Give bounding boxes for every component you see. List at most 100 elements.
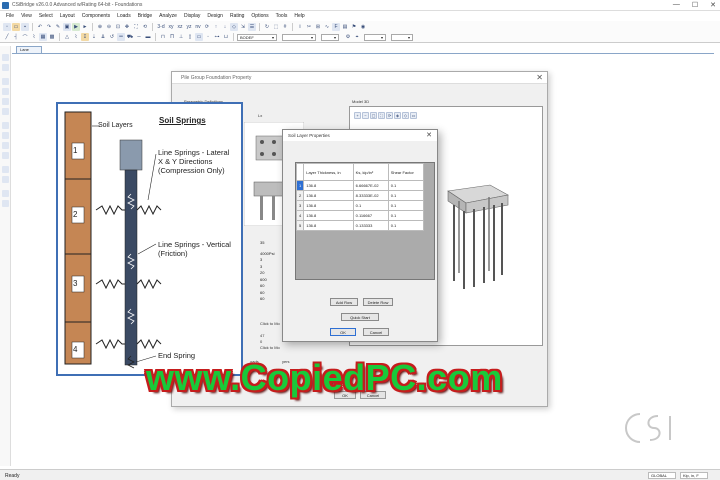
down-arrow-icon[interactable]: ↓ (221, 23, 229, 31)
coordinate-system-select[interactable]: GLOBAL (648, 472, 676, 479)
table-row[interactable]: 2 136.8 8.33333E-02 0.1 (295, 190, 425, 201)
diaphragm-icon[interactable]: ▯ (186, 33, 194, 41)
pointer-icon[interactable] (2, 54, 9, 61)
shear-factor-cell[interactable]: 0.1 (387, 180, 425, 191)
shrink-icon[interactable]: ⇲ (239, 23, 247, 31)
select-prop-icon[interactable] (2, 142, 9, 149)
bearing-icon[interactable]: ⊥ (177, 33, 185, 41)
menu-layout[interactable]: Layout (60, 13, 75, 19)
units-select[interactable]: ▾ (391, 33, 413, 41)
soil-ok-button[interactable]: OK (330, 328, 356, 336)
snap-icon[interactable]: ⌖ (353, 33, 361, 41)
menu-display[interactable]: Display (184, 13, 200, 19)
shear-factor-cell[interactable]: 0.1 (387, 220, 425, 231)
deformed-shape-icon[interactable]: ∿ (323, 23, 331, 31)
section-select[interactable]: ▾ (282, 33, 316, 41)
area-loads-icon[interactable]: ⇊ (99, 33, 107, 41)
soil-cancel-button[interactable]: Cancel (363, 328, 389, 336)
abutment-icon[interactable]: ⊓ (159, 33, 167, 41)
click-to-modify-link[interactable]: Click to Mo (260, 321, 280, 326)
view-xz-button[interactable]: xz (176, 23, 184, 31)
row-number[interactable]: 1 (295, 180, 305, 191)
thickness-cell[interactable]: 136.8 (303, 220, 354, 231)
close-icon[interactable]: ✕ (426, 131, 432, 139)
zoom-previous-icon[interactable]: ⟲ (141, 23, 149, 31)
save-icon[interactable]: ▪ (21, 22, 29, 31)
hinge-icon[interactable]: ◦ (204, 33, 212, 41)
thickness-cell[interactable]: 136.8 (303, 200, 354, 211)
shear-factor-cell[interactable]: 0.1 (387, 210, 425, 221)
thickness-cell[interactable]: 136.8 (303, 210, 354, 221)
redo-icon[interactable]: ↷ (45, 23, 53, 31)
draw-link-icon[interactable]: ⌇ (30, 33, 38, 41)
close-button[interactable]: ✕ (710, 1, 716, 9)
select-all-icon[interactable]: ⬚ (272, 23, 280, 31)
draw-solid-icon[interactable]: ▩ (48, 33, 56, 41)
assign-icon[interactable]: ⊞ (314, 23, 322, 31)
intersect-line-icon[interactable] (2, 132, 9, 139)
rotate-icon[interactable]: ⟳ (203, 23, 211, 31)
rotate-icon[interactable]: ⟳ (386, 112, 393, 119)
options-icon[interactable]: ⚙ (344, 33, 352, 41)
menu-options[interactable]: Options (251, 13, 268, 19)
flag-icon[interactable]: ⚑ (350, 23, 358, 31)
click-to-modify-link[interactable]: Click to Mo (260, 345, 280, 350)
ks-cell[interactable]: 6.66667E-02 (352, 180, 389, 191)
joint-restraint-icon[interactable]: △ (63, 33, 71, 41)
reshape-icon[interactable] (2, 64, 9, 71)
zoom-out-icon[interactable]: − (362, 112, 369, 119)
zoom-in-icon[interactable]: ⊕ (96, 23, 104, 31)
menu-file[interactable]: File (6, 13, 14, 19)
menu-help[interactable]: Help (294, 13, 304, 19)
tendon-icon[interactable]: ∽ (135, 33, 143, 41)
pencil-icon[interactable]: ✎ (54, 23, 62, 31)
menu-tools[interactable]: Tools (276, 13, 288, 19)
draw-point-icon[interactable] (2, 78, 9, 85)
ks-cell[interactable]: 8.33333E-02 (352, 190, 389, 201)
draw-area-icon[interactable]: ▦ (39, 33, 47, 41)
draw-line-icon[interactable]: ╱ (3, 33, 11, 41)
row-number[interactable]: 4 (295, 210, 305, 221)
row-number[interactable]: 2 (295, 190, 305, 201)
table-icon[interactable]: ▤ (341, 23, 349, 31)
table-row[interactable]: 1 136.8 6.66667E-02 0.1 (295, 180, 425, 191)
grid-icon[interactable]: # (281, 23, 289, 31)
previous-selection-icon[interactable] (2, 176, 9, 183)
run-icon[interactable]: ► (81, 23, 89, 31)
menu-design[interactable]: Design (207, 13, 223, 19)
menu-loads[interactable]: Loads (117, 13, 131, 19)
quick-start-button[interactable]: Quick Start (341, 313, 379, 321)
row-number[interactable]: 3 (295, 200, 305, 211)
zoom-out-icon[interactable]: ⊖ (105, 23, 113, 31)
bent-icon[interactable]: Π (168, 33, 176, 41)
minimize-button[interactable]: — (673, 1, 680, 9)
view-3d-icon[interactable]: ◈ (394, 112, 401, 119)
camera-icon[interactable]: ◉ (359, 23, 367, 31)
deselect-icon[interactable] (2, 152, 9, 159)
add-row-button[interactable]: Add Row (330, 298, 358, 306)
zoom-fit-icon[interactable]: ⛶ (378, 112, 385, 119)
perspective-icon[interactable]: ◇ (230, 22, 238, 31)
clear-selection-icon[interactable] (2, 166, 9, 173)
lane-icon[interactable]: ═ (117, 33, 125, 41)
draw-rect-icon[interactable] (2, 108, 9, 115)
view-elevation-icon[interactable]: ▭ (410, 112, 417, 119)
frame-icon[interactable]: Ⅰ (296, 23, 304, 31)
menu-analyze[interactable]: Analyze (159, 13, 177, 19)
deck-icon[interactable]: ▬ (144, 33, 152, 41)
table-row[interactable]: 3 136.8 0.1 0.1 (295, 200, 425, 211)
tab-lane[interactable]: Lane (16, 46, 42, 53)
units-select[interactable]: Kip, in, F (680, 472, 708, 479)
draw-frame-icon[interactable]: ┤ (12, 33, 20, 41)
superstructure-icon[interactable]: ▭ (195, 33, 203, 41)
maximize-button[interactable]: ☐ (692, 1, 698, 9)
shear-factor-cell[interactable]: 0.1 (387, 190, 425, 201)
delete-row-button[interactable]: Delete Row (363, 298, 393, 306)
shear-factor-cell[interactable]: 0.1 (387, 200, 425, 211)
zoom-window-icon[interactable]: ▢ (370, 112, 377, 119)
pan-icon[interactable]: ✥ (123, 23, 131, 31)
close-icon[interactable]: ✕ (536, 73, 543, 82)
forces-icon[interactable]: F (332, 22, 340, 31)
undo-icon[interactable]: ↶ (36, 23, 44, 31)
thickness-cell[interactable]: 136.8 (303, 180, 354, 191)
